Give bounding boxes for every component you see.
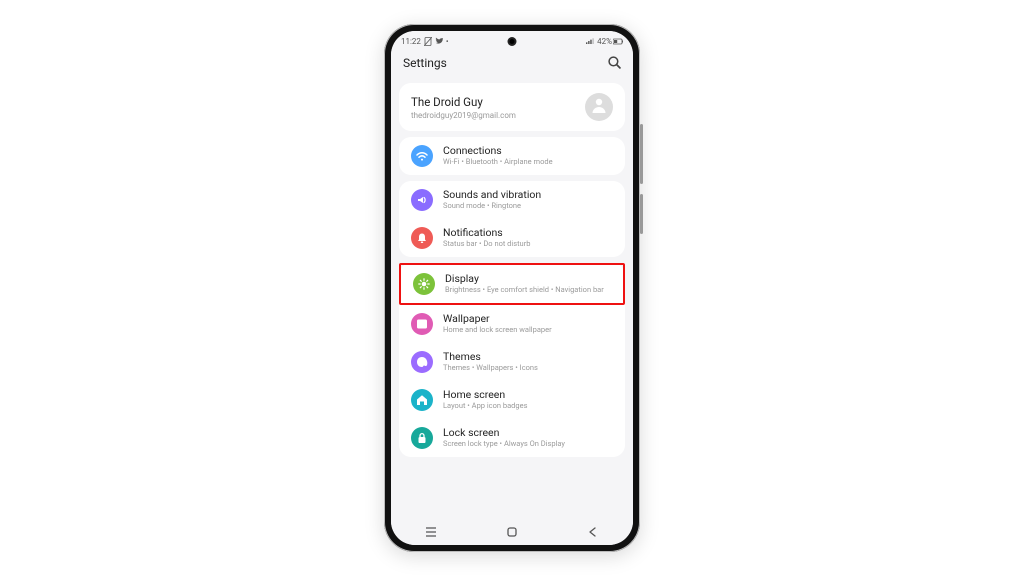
item-subtitle: Themes • Wallpapers • Icons xyxy=(443,364,538,373)
item-subtitle: Status bar • Do not disturb xyxy=(443,240,530,249)
home-icon xyxy=(411,389,433,411)
item-title: Display xyxy=(445,273,604,285)
front-camera xyxy=(508,37,517,46)
item-subtitle: Home and lock screen wallpaper xyxy=(443,326,552,335)
no-sim-icon xyxy=(424,37,432,45)
settings-list: The Droid Guy thedroidguy2019@gmail.com … xyxy=(391,77,633,521)
item-subtitle: Sound mode • Ringtone xyxy=(443,202,541,211)
settings-item-sounds[interactable]: Sounds and vibration Sound mode • Ringto… xyxy=(399,181,625,219)
phone-frame: 11:22 • 42% Settings xyxy=(384,24,640,552)
nav-back-button[interactable] xyxy=(587,526,599,541)
account-email: thedroidguy2019@gmail.com xyxy=(411,111,516,120)
palette-icon xyxy=(411,351,433,373)
sun-icon xyxy=(413,273,435,295)
clock: 11:22 xyxy=(401,37,421,46)
lock-icon xyxy=(411,427,433,449)
bell-icon xyxy=(411,227,433,249)
recents-icon xyxy=(425,527,437,541)
settings-group: Connections Wi-Fi • Bluetooth • Airplane… xyxy=(399,137,625,175)
settings-group: Display Brightness • Eye comfort shield … xyxy=(399,263,625,457)
item-title: Sounds and vibration xyxy=(443,189,541,201)
battery-indicator: 42% xyxy=(597,37,623,46)
settings-group: Sounds and vibration Sound mode • Ringto… xyxy=(399,181,625,257)
item-title: Wallpaper xyxy=(443,313,552,325)
back-icon xyxy=(587,527,599,541)
navigation-bar xyxy=(391,521,633,545)
dot-icon: • xyxy=(446,37,449,46)
side-button xyxy=(640,124,643,184)
item-subtitle: Layout • App icon badges xyxy=(443,402,527,411)
settings-item-display[interactable]: Display Brightness • Eye comfort shield … xyxy=(399,263,625,305)
settings-item-home[interactable]: Home screen Layout • App icon badges xyxy=(399,381,625,419)
nav-home-button[interactable] xyxy=(506,526,518,541)
search-icon xyxy=(608,54,621,73)
settings-item-themes[interactable]: Themes Themes • Wallpapers • Icons xyxy=(399,343,625,381)
settings-item-wallpaper[interactable]: Wallpaper Home and lock screen wallpaper xyxy=(399,305,625,343)
volume-icon xyxy=(411,189,433,211)
screen: 11:22 • 42% Settings xyxy=(391,31,633,545)
item-subtitle: Screen lock type • Always On Display xyxy=(443,440,565,449)
item-title: Notifications xyxy=(443,227,530,239)
bird-icon xyxy=(435,37,443,45)
battery-pct: 42% xyxy=(597,37,612,46)
item-title: Lock screen xyxy=(443,427,565,439)
settings-item-connections[interactable]: Connections Wi-Fi • Bluetooth • Airplane… xyxy=(399,137,625,175)
page-header: Settings xyxy=(391,49,633,77)
item-title: Connections xyxy=(443,145,553,157)
settings-item-lock[interactable]: Lock screen Screen lock type • Always On… xyxy=(399,419,625,457)
page-title: Settings xyxy=(403,56,447,70)
signal-icon xyxy=(586,37,594,45)
account-name: The Droid Guy xyxy=(411,95,516,109)
image-icon xyxy=(411,313,433,335)
account-card[interactable]: The Droid Guy thedroidguy2019@gmail.com xyxy=(399,83,625,131)
settings-item-notifications[interactable]: Notifications Status bar • Do not distur… xyxy=(399,219,625,257)
side-button xyxy=(640,194,643,234)
item-title: Themes xyxy=(443,351,538,363)
home-nav-icon xyxy=(506,527,518,541)
item-subtitle: Wi-Fi • Bluetooth • Airplane mode xyxy=(443,158,553,167)
person-icon xyxy=(590,96,608,118)
item-subtitle: Brightness • Eye comfort shield • Naviga… xyxy=(445,286,604,295)
avatar xyxy=(585,93,613,121)
wifi-icon xyxy=(411,145,433,167)
search-button[interactable] xyxy=(608,54,621,73)
item-title: Home screen xyxy=(443,389,527,401)
nav-recents-button[interactable] xyxy=(425,526,437,541)
